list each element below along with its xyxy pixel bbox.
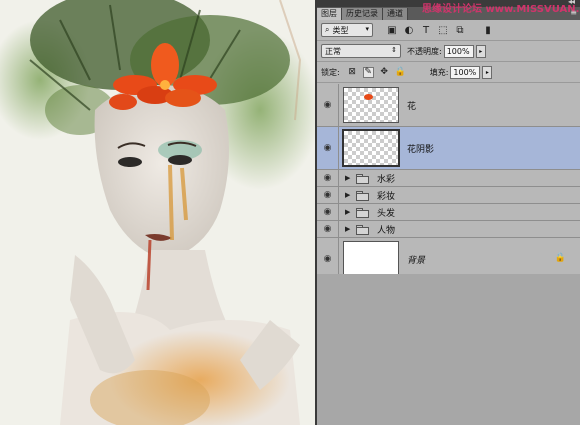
folder-icon (356, 224, 369, 235)
tab-layers[interactable]: 图层 (317, 8, 342, 20)
layers-list: ◉ 花 ◉ 花阴影 ◉ ▶ 水彩 ◉ ▶ 彩妆 ◉ ▶ 头发 ◉ ▶ 人物 ◉ … (317, 84, 580, 281)
lock-label: 锁定: (321, 67, 340, 77)
fill-slider-button[interactable]: ▸ (482, 65, 493, 79)
layer-name: 背景 (407, 255, 426, 266)
folder-icon (356, 173, 369, 184)
lock-position-icon[interactable]: ✥ (379, 67, 390, 78)
chevron-down-icon: ▾ (365, 25, 369, 33)
visibility-eye-icon[interactable]: ◉ (317, 84, 339, 126)
filter-row: ⌕ 类型 ▾ ▣ ◐ T ⬚ ⧉ ▮ (317, 20, 580, 41)
search-icon: ⌕ (325, 25, 330, 34)
layer-thumbnail (343, 87, 399, 123)
group-name: 水彩 (377, 174, 396, 185)
adjustment-filter-icon[interactable]: ◐ (402, 23, 416, 37)
layers-panel: ◂◂ 图层 历史记录 通道 思缘设计论坛 www.MISSVUAN.COM ≡ … (315, 0, 580, 425)
visibility-eye-icon[interactable]: ◉ (317, 187, 339, 203)
layer-group-hair[interactable]: ◉ ▶ 头发 (317, 204, 580, 221)
text-filter-icon[interactable]: T (419, 23, 433, 37)
expand-triangle-icon[interactable]: ▶ (345, 191, 353, 199)
layer-row-flower-shadow[interactable]: ◉ 花阴影 (317, 127, 580, 170)
visibility-eye-icon[interactable]: ◉ (317, 204, 339, 220)
layer-row-flower[interactable]: ◉ 花 (317, 84, 580, 127)
filter-toggle-icon[interactable]: ▮ (481, 23, 495, 37)
image-filter-icon[interactable]: ▣ (385, 23, 399, 37)
group-name: 人物 (377, 225, 396, 236)
panel-tab-bar: 图层 历史记录 通道 思缘设计论坛 www.MISSVUAN.COM ≡ (317, 4, 580, 20)
opacity-label: 不透明度: (407, 46, 442, 56)
visibility-eye-icon[interactable]: ◉ (317, 170, 339, 186)
opacity-input[interactable]: 100% (443, 44, 474, 58)
layer-name: 花阴影 (407, 144, 435, 155)
filter-kind-label: 类型 (332, 25, 349, 35)
layer-thumbnail (343, 241, 399, 277)
tab-history[interactable]: 历史记录 (342, 8, 383, 20)
group-name: 彩妆 (377, 191, 396, 202)
blend-mode-select[interactable]: 正常 ⇕ (321, 44, 401, 58)
watermark-text: 思缘设计论坛 www.MISSVUAN.COM (422, 4, 580, 15)
filter-kind-select[interactable]: ⌕ 类型 ▾ (321, 23, 373, 37)
expand-triangle-icon[interactable]: ▶ (345, 225, 353, 233)
document-canvas[interactable] (0, 0, 315, 425)
lock-image-pixels-icon[interactable]: ✎ (362, 66, 374, 78)
group-name: 头发 (377, 208, 396, 219)
layer-group-makeup[interactable]: ◉ ▶ 彩妆 (317, 187, 580, 204)
layer-name: 花 (407, 101, 417, 112)
fill-input[interactable]: 100% (450, 65, 481, 79)
shape-filter-icon[interactable]: ⬚ (436, 23, 450, 37)
artwork-image (0, 0, 315, 425)
expand-triangle-icon[interactable]: ▶ (345, 174, 353, 182)
folder-icon (356, 190, 369, 201)
lock-transparent-icon[interactable]: ⊠ (347, 67, 358, 78)
lock-icon: 🔒 (554, 253, 566, 263)
fill-label: 填充: (429, 67, 449, 77)
visibility-eye-icon[interactable]: ◉ (317, 221, 339, 237)
blend-row: 正常 ⇕ 不透明度: 100% ▸ (317, 41, 580, 62)
flower-thumbnail-icon (364, 94, 373, 100)
folder-icon (356, 207, 369, 218)
layer-group-figure[interactable]: ◉ ▶ 人物 (317, 221, 580, 238)
visibility-eye-icon[interactable]: ◉ (317, 127, 339, 169)
opacity-slider-button[interactable]: ▸ (475, 44, 486, 58)
tab-channels[interactable]: 通道 (383, 8, 408, 20)
chevron-down-icon: ⇕ (391, 46, 397, 54)
expand-triangle-icon[interactable]: ▶ (345, 208, 353, 216)
blend-mode-value: 正常 (325, 46, 341, 56)
layers-empty-area (317, 274, 580, 425)
smart-object-filter-icon[interactable]: ⧉ (453, 23, 467, 37)
layer-thumbnail (342, 129, 400, 167)
lock-row: 锁定: ⊠ ✎ ✥ 🔒 填充: 100% ▸ (317, 62, 580, 83)
lock-all-icon[interactable]: 🔒 (395, 67, 406, 78)
panel-menu-icon[interactable]: ≡ (570, 8, 577, 17)
layer-group-watercolor[interactable]: ◉ ▶ 水彩 (317, 170, 580, 187)
